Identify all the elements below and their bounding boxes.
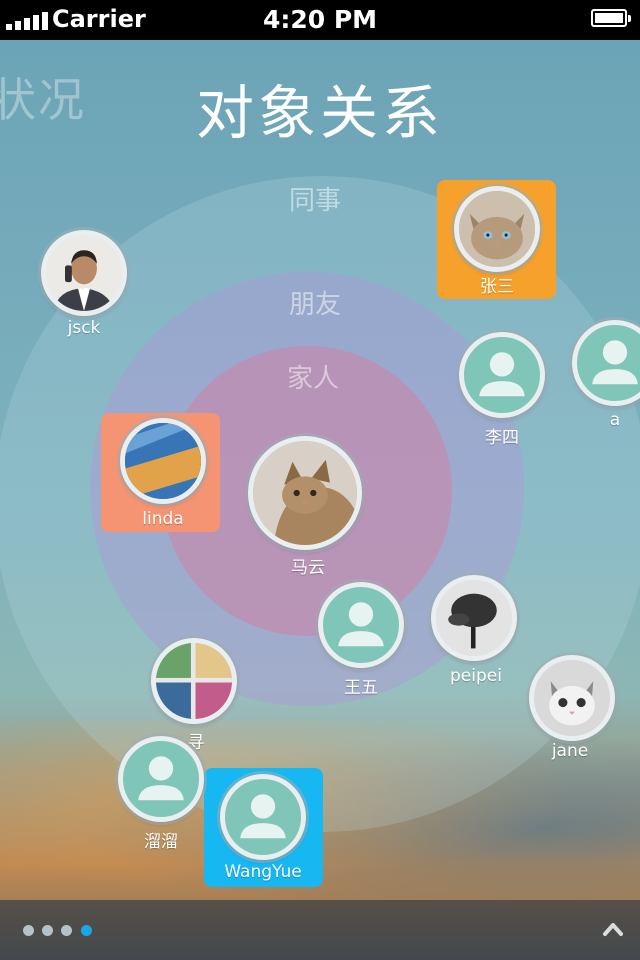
contact-label: peipei: [450, 666, 502, 686]
contact-label: linda: [142, 509, 184, 529]
person-placeholder-avatar[interactable]: [220, 774, 306, 860]
cat-photo-avatar[interactable]: [248, 436, 362, 550]
contact-label: jsck: [67, 318, 101, 338]
person-placeholder-avatar[interactable]: [572, 320, 640, 406]
contact-label: 马云: [291, 558, 325, 578]
kitten-photo-avatar[interactable]: [529, 655, 615, 741]
ring-label-family: 家人: [286, 364, 339, 394]
person-placeholder-avatar[interactable]: [118, 736, 204, 822]
color-block-avatar[interactable]: [151, 638, 237, 724]
contact-label: 张三: [480, 277, 514, 297]
cat-photo-avatar[interactable]: [454, 186, 540, 272]
contact-label: a: [609, 410, 621, 430]
page-indicator-dot[interactable]: [61, 925, 72, 936]
person-placeholder-avatar[interactable]: [459, 332, 545, 418]
contact-label: 王五: [344, 678, 378, 698]
photo-avatar[interactable]: [120, 418, 206, 504]
battery-icon: [591, 9, 631, 27]
contact-label: 李四: [485, 428, 519, 448]
tree-photo-avatar[interactable]: [431, 575, 517, 661]
page-indicator-dot[interactable]: [23, 925, 34, 936]
contact-label: 溜溜: [144, 832, 178, 852]
status-time: 4:20 PM: [262, 5, 378, 34]
contact-label: WangYue: [224, 862, 302, 882]
chevron-up-icon[interactable]: [602, 918, 624, 940]
contact-label: jane: [551, 741, 589, 761]
page-title: 对象关系: [195, 79, 444, 147]
page-indicator-dot[interactable]: [42, 925, 53, 936]
bottom-bar: [0, 900, 640, 960]
ring-label-colleague: 同事: [288, 186, 341, 216]
man-photo-avatar[interactable]: [41, 230, 127, 316]
page-indicator-dot-active[interactable]: [81, 925, 92, 936]
status-bar: Carrier 4:20 PM: [0, 0, 640, 40]
person-placeholder-avatar[interactable]: [318, 582, 404, 668]
ring-label-friend: 朋友: [288, 290, 341, 320]
